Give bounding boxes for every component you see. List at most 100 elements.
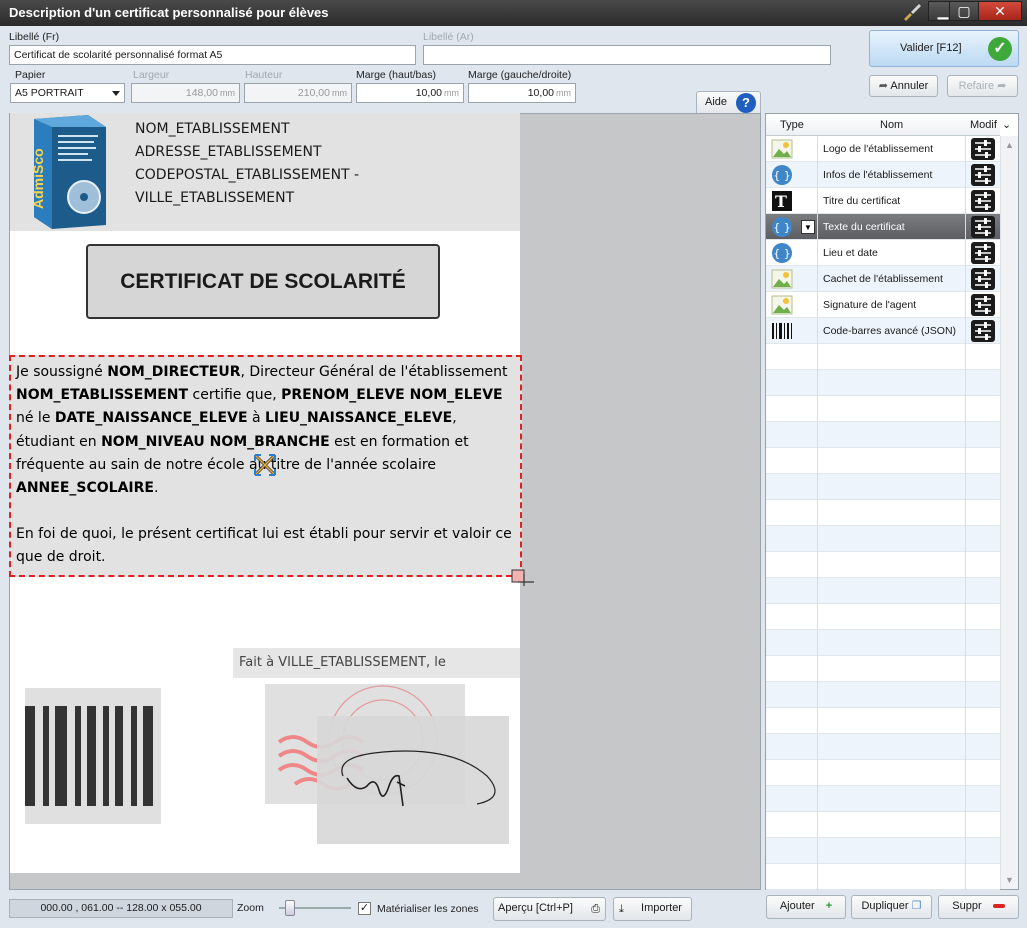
admisco-logo[interactable]: AdmiSco: [28, 113, 110, 231]
materialiser-checkbox[interactable]: ✓: [358, 902, 371, 915]
undo-icon: ➦: [878, 80, 888, 92]
list-item-label: Logo de l'établissement: [823, 143, 933, 155]
expand-icon[interactable]: ⌄: [1002, 118, 1011, 131]
svg-text:{ }: { }: [773, 247, 791, 260]
ajouter-label: Ajouter: [779, 900, 815, 912]
list-scrollbar[interactable]: ▲ ▼: [1000, 136, 1018, 889]
settings-sliders-icon[interactable]: [971, 190, 995, 212]
importer-button[interactable]: ⤓ Importer: [613, 897, 692, 921]
settings-sliders-icon[interactable]: [971, 216, 995, 238]
list-item[interactable]: Signature de l'agent: [766, 292, 1000, 318]
dupliquer-button[interactable]: Dupliquer ❐: [851, 895, 932, 919]
unit-label: mm: [220, 88, 235, 98]
settings-sliders-icon[interactable]: [971, 138, 995, 160]
settings-sliders-icon[interactable]: [971, 320, 995, 342]
valider-button[interactable]: Valider [F12] ✓: [869, 30, 1019, 67]
barcode-icon: [771, 320, 793, 342]
apercu-button[interactable]: Aperçu [Ctrl+P] ⎙: [493, 897, 606, 921]
address-line: VILLE_ETABLISSEMENT: [135, 190, 295, 206]
text-run: , Directeur Général de l'établissement: [240, 364, 508, 380]
chevron-down-icon[interactable]: ▼: [801, 220, 815, 234]
printer-icon: ⎙: [591, 903, 600, 915]
unit-label: mm: [556, 88, 571, 98]
coords-readout: 000.00 , 061.00 -- 128.00 x 055.00: [9, 899, 233, 918]
text-run: à: [247, 410, 265, 427]
list-item[interactable]: T Titre du certificat: [766, 188, 1000, 214]
list-item[interactable]: Code-barres avancé (JSON): [766, 318, 1000, 344]
settings-sliders-icon[interactable]: [971, 268, 995, 290]
materialiser-label: Matérialiser les zones: [377, 903, 479, 915]
marge-hb-label: Marge (haut/bas): [356, 69, 436, 81]
address-line: CODEPOSTAL_ETABLISSEMENT -: [135, 167, 360, 183]
scroll-down-icon[interactable]: ▼: [1005, 875, 1014, 885]
hauteur-label: Hauteur: [245, 69, 283, 81]
scroll-up-icon[interactable]: ▲: [1005, 140, 1014, 150]
annuler-label: Annuler: [890, 80, 929, 92]
placeholder-field: DATE_NAISSANCE_ELEVE: [54, 410, 248, 427]
marge-gd-value: 10,00: [527, 87, 554, 99]
largeur-label: Largeur: [133, 69, 170, 81]
col-modif-header[interactable]: Modif: [970, 119, 997, 131]
resize-handle[interactable]: [510, 566, 536, 588]
placeholder-field: NOM_DIRECTEUR: [107, 364, 241, 380]
col-type-header[interactable]: Type: [780, 119, 804, 131]
empty-row: [766, 786, 1000, 812]
image-icon: [771, 294, 793, 316]
libelle-fr-input[interactable]: Certificat de scolarité personnalisé for…: [9, 45, 416, 65]
annuler-button[interactable]: ➦ Annuler: [869, 75, 938, 97]
empty-row: [766, 422, 1000, 448]
marge-gd-input[interactable]: 10,00 mm: [468, 83, 576, 103]
maximize-icon[interactable]: ▢: [949, 1, 979, 21]
placeholder-field: NOM_ETABLISSEMENT: [16, 387, 189, 404]
hauteur-value: 210,00: [297, 87, 330, 99]
list-item[interactable]: { } Infos de l'établissement: [766, 162, 1000, 188]
minus-icon: [992, 904, 1005, 909]
col-nom-header[interactable]: Nom: [880, 119, 903, 131]
lieu-date-zone[interactable]: Fait à VILLE_ETABLISSEMENT, le: [233, 648, 520, 678]
largeur-input: 148,00 mm: [131, 83, 240, 103]
logo-brand-text: AdmiSco: [30, 148, 46, 209]
marge-hb-value: 10,00: [415, 87, 442, 99]
empty-row: [766, 448, 1000, 474]
papier-select[interactable]: A5 PORTRAIT: [10, 83, 125, 103]
settings-sliders-icon[interactable]: [971, 164, 995, 186]
zoom-slider[interactable]: [279, 899, 351, 917]
empty-row: [766, 708, 1000, 734]
ajouter-button[interactable]: Ajouter +: [766, 895, 846, 919]
zoom-thumb[interactable]: [285, 900, 296, 916]
empty-row: [766, 630, 1000, 656]
braces-icon: { }: [771, 242, 793, 264]
refaire-label: Refaire: [958, 80, 995, 92]
text-run: .: [153, 480, 159, 497]
list-item-label: Texte du certificat: [823, 221, 905, 233]
list-item[interactable]: Cachet de l'établissement: [766, 266, 1000, 292]
marge-hb-input[interactable]: 10,00 mm: [356, 83, 464, 103]
suppr-button[interactable]: Suppr: [938, 895, 1019, 919]
settings-sliders-icon[interactable]: [971, 242, 995, 264]
list-item-label: Cachet de l'établissement: [823, 273, 943, 285]
empty-row: [766, 812, 1000, 838]
text-run: Je soussigné: [16, 364, 108, 380]
address-block: NOM_ETABLISSEMENT ADRESSE_ETABLISSEMENT …: [135, 118, 359, 210]
barcode-zone[interactable]: [25, 688, 161, 824]
papier-label: Papier: [15, 69, 46, 81]
list-item-label: Lieu et date: [823, 247, 878, 259]
zoom-label: Zoom: [237, 902, 264, 914]
help-icon[interactable]: ?: [736, 93, 756, 113]
libelle-ar-input[interactable]: [423, 45, 831, 65]
signature-zone[interactable]: [317, 716, 509, 844]
barcode-icon: [25, 706, 153, 806]
certificate-title[interactable]: CERTIFICAT DE SCOLARITÉ: [86, 244, 440, 319]
address-line: NOM_ETABLISSEMENT: [135, 121, 290, 137]
brush-icon[interactable]: [900, 2, 924, 22]
placeholder-field: LIEU_NAISSANCE_ELEVE: [265, 410, 453, 427]
list-item[interactable]: Logo de l'établissement: [766, 136, 1000, 162]
list-item[interactable]: { } Lieu et date: [766, 240, 1000, 266]
refaire-button[interactable]: Refaire ➦: [947, 75, 1018, 97]
text-run: né le: [16, 410, 55, 427]
list-item[interactable]: { } ▼ Texte du certificat: [766, 214, 1000, 240]
settings-sliders-icon[interactable]: [971, 294, 995, 316]
close-icon[interactable]: ✕: [978, 1, 1022, 21]
empty-row: [766, 344, 1000, 370]
valider-label: Valider [F12]: [900, 42, 962, 54]
